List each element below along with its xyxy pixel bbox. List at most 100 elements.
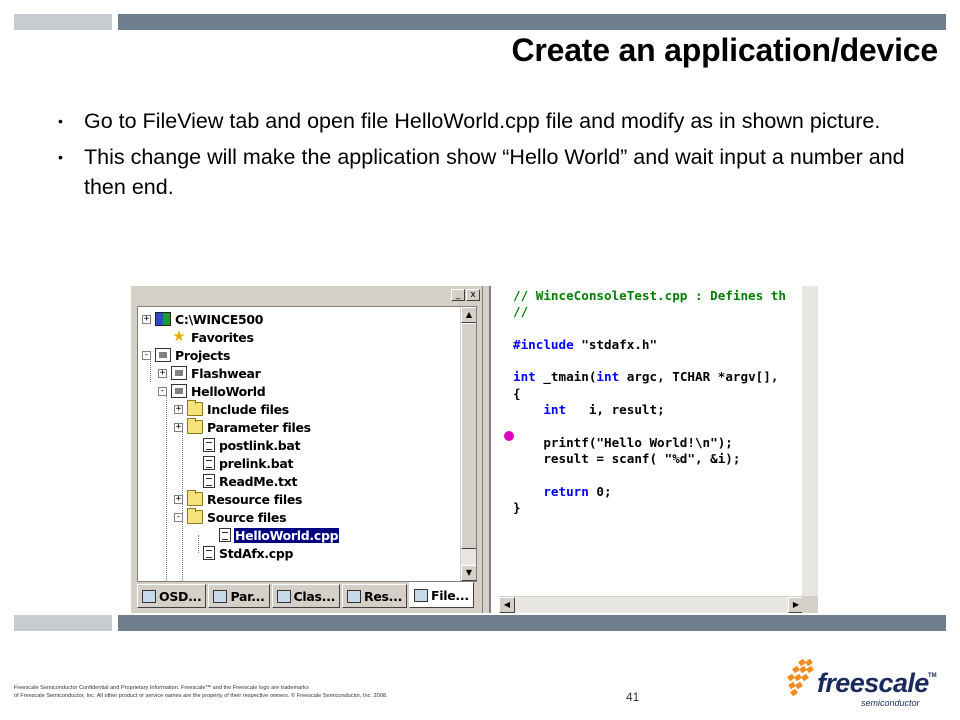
workspace-tab[interactable]: File... — [409, 582, 474, 608]
tree-item-label: HelloWorld — [191, 383, 266, 399]
code-keyword: int — [596, 369, 620, 385]
workspace-tab[interactable]: OSD... — [137, 584, 207, 608]
code-line: } — [513, 499, 521, 515]
tree-item-label: StdAfx.cpp — [219, 545, 294, 561]
file-tree-view[interactable]: + C:\WINCE500 ★ Favorites - Projects + Flashwea… — [137, 306, 477, 582]
logo-trademark: TM — [928, 673, 937, 679]
freescale-logo: freescale TM semiconductor — [785, 656, 945, 712]
expand-icon[interactable]: + — [174, 404, 183, 414]
code-line: int i, result; — [513, 402, 786, 418]
tree-item[interactable]: - Source files — [174, 508, 287, 526]
tree-item[interactable]: - HelloWorld — [158, 382, 266, 400]
editor-vertical-scrollbar[interactable] — [802, 286, 818, 596]
code-editor[interactable]: // WinceConsoleTest.cpp : Defines th// #… — [489, 286, 818, 613]
tree-item[interactable]: + Flashwear — [158, 364, 262, 382]
code-line: { — [513, 385, 521, 401]
tree-item[interactable]: StdAfx.cpp — [190, 544, 294, 562]
tree-item[interactable]: + C:\WINCE500 — [142, 310, 264, 328]
tree-item[interactable]: + Resource files — [174, 490, 303, 508]
file-icon — [219, 528, 231, 542]
bottom-bar-light — [14, 615, 112, 631]
pane-window-buttons: _ x — [451, 289, 480, 301]
tree-vertical-scrollbar[interactable]: ▲ ▼ — [460, 307, 476, 581]
bullet-item: • Go to FileView tab and open file HelloW… — [58, 106, 938, 136]
expand-icon[interactable]: + — [158, 368, 167, 378]
page-number: 41 — [626, 690, 640, 704]
scroll-up-button[interactable]: ▲ — [461, 307, 476, 323]
logo-wordmark: freescale — [817, 668, 929, 698]
source-code: // WinceConsoleTest.cpp : Defines th// #… — [513, 288, 786, 516]
project-icon — [171, 366, 187, 380]
close-button[interactable]: x — [466, 289, 480, 301]
tree-item-label: Include files — [207, 401, 289, 417]
scroll-down-button[interactable]: ▼ — [461, 565, 476, 581]
editor-horizontal-scrollbar[interactable]: ◀ ▶ — [499, 596, 804, 613]
code-line: int _tmain(int argc, TCHAR *argv[], — [513, 369, 786, 385]
tree-item[interactable]: HelloWorld.cpp — [206, 526, 341, 544]
tree-item-label: Parameter files — [207, 419, 311, 435]
workspace-tab[interactable]: Res... — [342, 584, 408, 608]
tree-item[interactable]: - Projects — [142, 346, 231, 364]
code-keyword: return — [543, 483, 589, 499]
tab-icon — [276, 589, 291, 603]
code-token: 0; — [588, 483, 612, 499]
tree-item-label: HelloWorld.cpp — [232, 526, 341, 544]
minimize-button[interactable]: _ — [451, 289, 465, 301]
workspace-tab[interactable]: Par... — [208, 584, 270, 608]
code-token: _tmain( — [535, 369, 597, 385]
bottom-bar-dark — [118, 615, 946, 631]
bullet-item: • This change will make the application s… — [58, 142, 938, 202]
file-icon — [203, 456, 215, 470]
tree-item-label: Flashwear — [191, 365, 261, 381]
code-keyword: int — [513, 369, 536, 385]
tree-item-label: Projects — [175, 347, 231, 363]
tree-guide-line — [150, 355, 151, 382]
folder-icon — [187, 400, 203, 416]
expand-icon[interactable]: + — [142, 314, 151, 324]
tree-item[interactable]: postlink.bat — [190, 436, 301, 454]
tree-guide-line — [182, 427, 183, 581]
star-icon: ★ — [172, 328, 186, 345]
ide-screenshot: _ x + C:\WINCE500 ★ Favorites - Projects + Flas… — [131, 286, 818, 613]
workspace-tab[interactable]: Clas... — [271, 584, 341, 608]
code-line: return 0; — [513, 484, 786, 500]
footer-line: of Freescale Semiconductor, Inc. All oth… — [14, 693, 388, 699]
footer-line: Freescale Semiconductor Confidential and… — [14, 685, 309, 691]
workspace-tab-label: Clas... — [293, 588, 336, 604]
bullet-glyph: • — [58, 149, 63, 165]
folder-icon — [187, 490, 203, 506]
top-bar-dark — [118, 14, 946, 30]
tree-guide-line — [166, 391, 167, 581]
fileview-pane: _ x + C:\WINCE500 ★ Favorites - Projects + Flas… — [131, 286, 483, 613]
code-token: "stdafx.h" — [573, 336, 658, 352]
scroll-thumb[interactable] — [461, 323, 476, 549]
bullet-list: • Go to FileView tab and open file HelloW… — [58, 106, 938, 208]
tree-item[interactable]: + Parameter files — [174, 418, 312, 436]
footer-legal: Freescale Semiconductor Confidential and… — [14, 684, 388, 700]
file-icon — [203, 546, 215, 560]
projects-icon — [155, 348, 171, 362]
tree-item[interactable]: + Include files — [174, 400, 290, 418]
workspace-tab-label: Res... — [364, 588, 403, 604]
code-line: #include "stdafx.h" — [513, 337, 786, 353]
tree-guide-line — [198, 535, 199, 553]
tree-item-label: Favorites — [191, 329, 254, 345]
scroll-left-button[interactable]: ◀ — [499, 597, 515, 613]
scrollbar-corner — [802, 596, 818, 613]
code-line: // — [513, 304, 529, 320]
workspace-tab-label: Par... — [230, 588, 265, 604]
folder-icon — [187, 508, 203, 524]
top-bar-light — [14, 14, 112, 30]
tree-item[interactable]: ★ Favorites — [158, 328, 255, 346]
workspace-tabs: OSD... Par... Clas... Res... File... — [137, 582, 474, 610]
code-token: i, result; — [566, 402, 665, 418]
code-line: // WinceConsoleTest.cpp : Defines th — [513, 288, 786, 303]
tree-item[interactable]: prelink.bat — [190, 454, 294, 472]
tree-item[interactable]: ReadMe.txt — [190, 472, 298, 490]
file-icon — [203, 474, 215, 488]
tree-item-label: postlink.bat — [219, 437, 301, 453]
